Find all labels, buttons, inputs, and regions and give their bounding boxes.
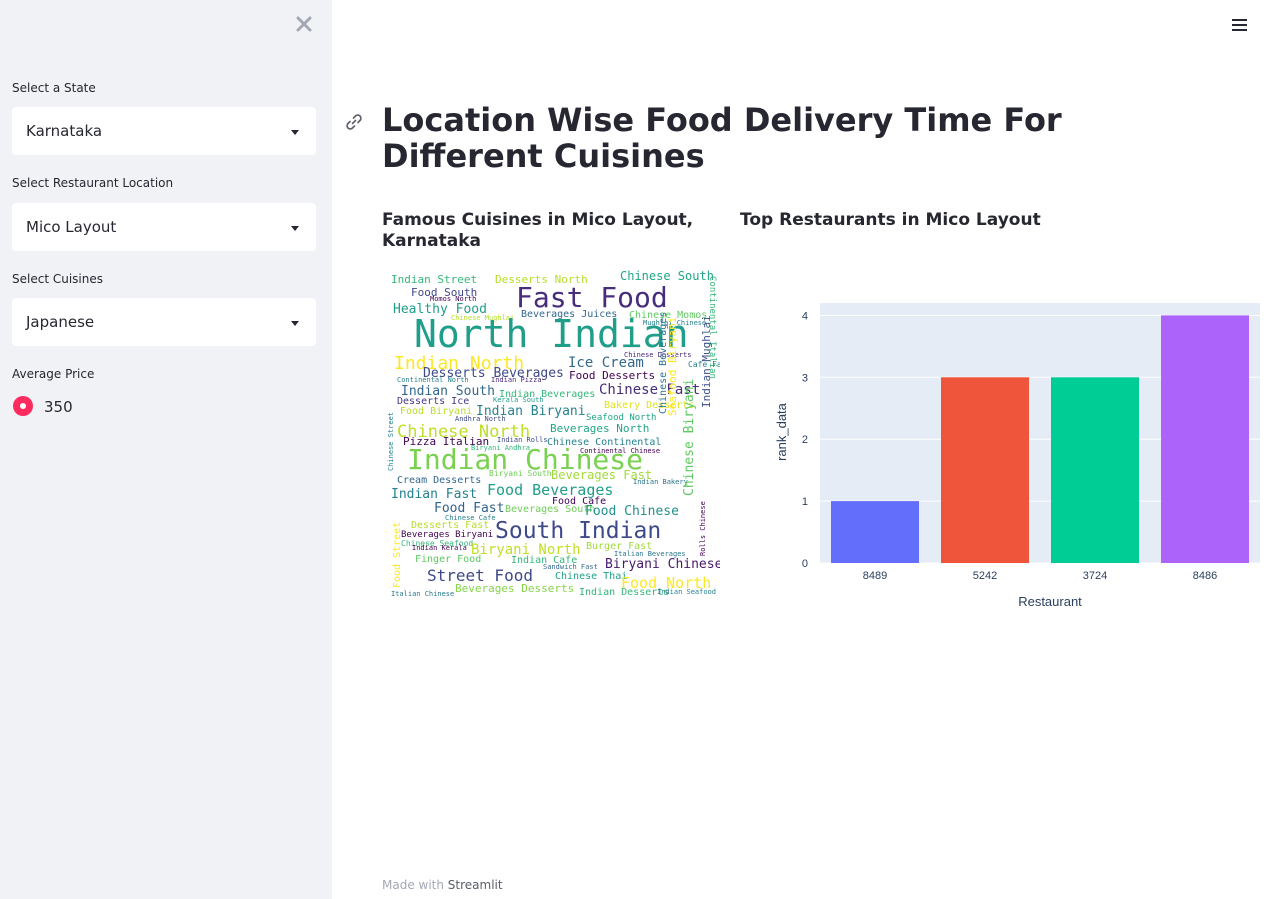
wordcloud-word: Chinese Biryani (682, 379, 697, 496)
footer: Made with Streamlit (382, 878, 503, 892)
wordcloud-word: Italian Chinese (391, 590, 454, 598)
y-axis-title: rank_data (774, 402, 789, 461)
wordcloud-word: Beverages South (505, 504, 595, 515)
y-tick-label: 4 (802, 310, 808, 322)
cuisine-select-value: Japanese (26, 313, 95, 331)
restaurant-rank-chart: 0 1 2 3 4 8489 5242 3724 8486 Restaurant rank_data (740, 290, 1268, 620)
price-radio-option-label[interactable]: 350 (44, 398, 73, 416)
close-icon (296, 16, 312, 32)
wordcloud-word: Beverages North (550, 422, 649, 435)
price-radio-button[interactable] (13, 396, 33, 416)
x-tick-label: 3724 (1083, 570, 1107, 582)
y-tick-label: 2 (802, 434, 808, 446)
chart-bar[interactable] (1161, 315, 1249, 563)
chart-bar[interactable] (941, 377, 1029, 563)
wordcloud-word: Chinese Street (387, 412, 395, 471)
wordcloud-word: Sandwich Fast (543, 563, 598, 571)
hamburger-menu-icon (1232, 19, 1247, 31)
y-tick-label: 3 (802, 372, 808, 384)
wordcloud-word: Cream Desserts (397, 475, 481, 486)
wordcloud-word: Indian Bakery (633, 478, 688, 486)
wordcloud-word: Indian Mughlai (700, 315, 713, 408)
price-radio-label: Average Price (12, 367, 95, 381)
wordcloud-word: Indian Kerala (412, 544, 467, 552)
wordcloud-word: Indian Seafood (657, 588, 716, 596)
wordcloud-word: Indian Pizza (491, 376, 542, 384)
title-anchor-link[interactable] (344, 112, 364, 132)
wordcloud-word: Indian Desserts (579, 587, 669, 598)
location-select[interactable]: Mico Layout (12, 203, 316, 251)
sidebar: Select a State Karnataka Select Restaura… (0, 0, 332, 899)
wordcloud-word: Beverages Desserts (455, 582, 574, 595)
y-tick-label: 1 (802, 496, 808, 508)
wordcloud-word: Indian Fast (391, 487, 477, 502)
wordcloud-word: Seafood Biryani (666, 317, 679, 416)
wordcloud-word: Chinese Thai (555, 571, 627, 582)
wordcloud-word: Kerala South (493, 396, 544, 404)
chevron-down-icon (291, 321, 299, 326)
wordcloud-word: Food Desserts (569, 369, 655, 382)
chart-title: Top Restaurants in Mico Layout (740, 210, 1041, 230)
wordcloud-canvas: Indian Street Desserts North Chinese South… (387, 269, 720, 598)
link-icon (346, 114, 362, 130)
location-select-label: Select Restaurant Location (12, 176, 174, 190)
location-select-value: Mico Layout (26, 218, 117, 236)
state-select[interactable]: Karnataka (12, 107, 316, 155)
wordcloud-word: Food Street (392, 522, 403, 588)
wordcloud-word: Indian Street (391, 273, 477, 286)
wordcloud-word: Food Chinese (585, 504, 679, 519)
y-tick-label: 0 (802, 558, 808, 570)
x-axis-title: Restaurant (1018, 594, 1082, 609)
cuisine-wordcloud: Indian Street Desserts North Chinese South… (385, 266, 720, 598)
x-tick-label: 8489 (863, 570, 887, 582)
close-sidebar-button[interactable] (293, 13, 315, 35)
wordcloud-word: North Indian (414, 312, 689, 356)
bar-chart-svg: 0 1 2 3 4 8489 5242 3724 8486 Restaurant rank_data (774, 303, 1260, 609)
x-tick-label: 5242 (973, 570, 997, 582)
wordcloud-word: Continental North (397, 376, 469, 384)
wordcloud-word: Rolls Chinese (699, 501, 707, 556)
state-select-value: Karnataka (26, 122, 103, 140)
chart-bar[interactable] (1051, 377, 1139, 563)
x-tick-label: 8486 (1193, 570, 1217, 582)
page-title: Location Wise Food Delivery Time For Dif… (382, 101, 1062, 175)
main-menu-button[interactable] (1231, 17, 1249, 33)
cuisine-select-label: Select Cuisines (12, 272, 103, 286)
wordcloud-word: Bakery Desserts (604, 400, 694, 411)
footer-prefix: Made with (382, 878, 448, 892)
wordcloud-word: Finger Food (415, 554, 481, 565)
wordcloud-word: Biryani South (489, 469, 552, 478)
streamlit-link[interactable]: Streamlit (448, 878, 503, 892)
chart-bar[interactable] (831, 501, 919, 563)
state-select-label: Select a State (12, 81, 96, 95)
cuisine-select[interactable]: Japanese (12, 298, 316, 346)
chevron-down-icon (291, 226, 299, 231)
chevron-down-icon (291, 130, 299, 135)
wordcloud-title: Famous Cuisines in Mico Layout, Karnatak… (382, 210, 694, 251)
wordcloud-word: Biryani Chinese (605, 557, 720, 572)
